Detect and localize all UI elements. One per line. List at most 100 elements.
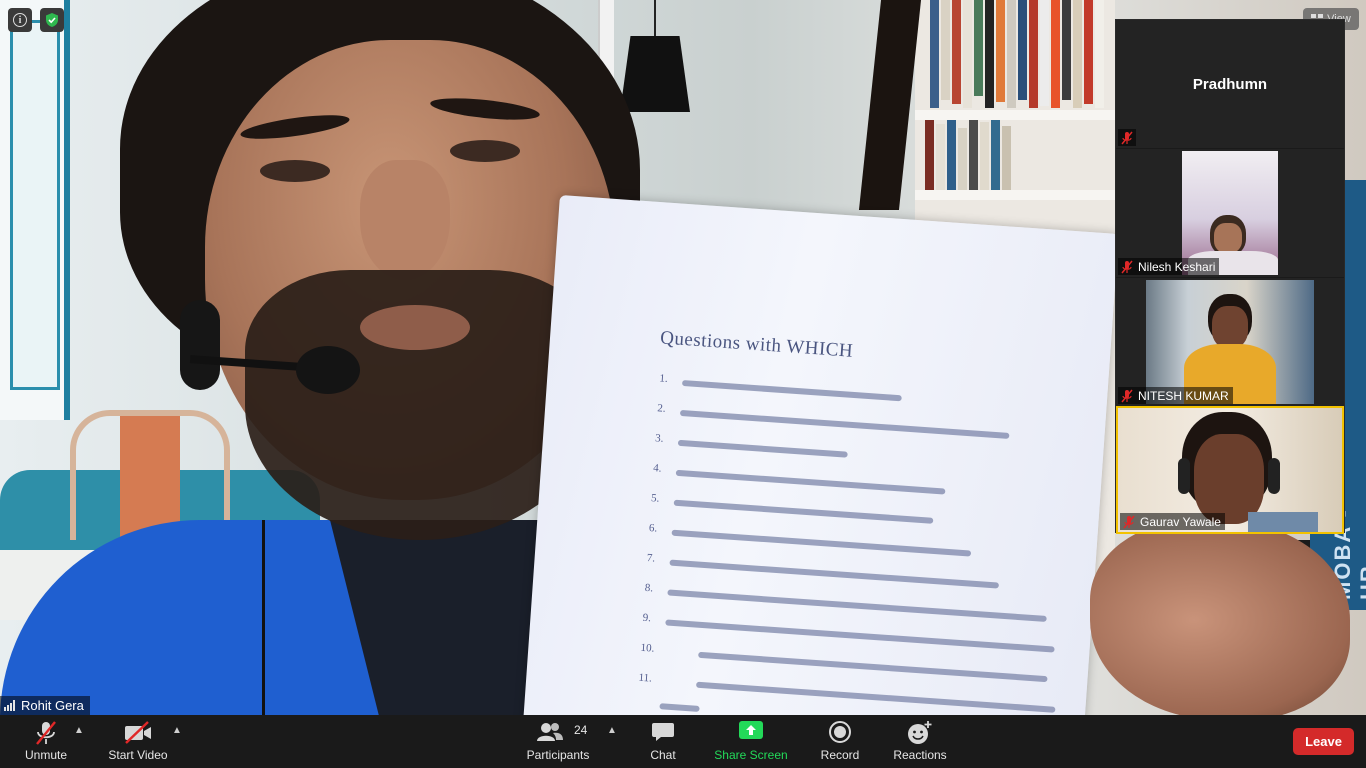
leave-meeting-button[interactable]: Leave: [1293, 728, 1354, 755]
participant-name: NITESH KUMAR: [1138, 388, 1229, 403]
connection-signal-icon: [4, 700, 15, 711]
paper-number: 2.: [656, 402, 667, 415]
active-speaker-name-tag: Rohit Gera: [0, 696, 90, 715]
speaker-eye: [450, 140, 520, 162]
participants-label: Participants: [526, 748, 590, 762]
participant-name-tag: NITESH KUMAR: [1118, 387, 1233, 404]
shelf-board: [915, 190, 1115, 200]
participant-tile-active[interactable]: Gaurav Yawale: [1116, 406, 1344, 534]
unmute-button[interactable]: Unmute: [16, 715, 76, 768]
participant-face: [1214, 223, 1242, 253]
paper-text-line: [675, 469, 946, 495]
muted-mic-icon: [1121, 389, 1133, 402]
muted-mic-icon: [1121, 131, 1133, 144]
paper-text-line: [677, 439, 848, 458]
background-beam: [858, 0, 922, 210]
held-paper-sheet: Questions with WHICH 1. 2. 3. 4. 5. 6. 7…: [520, 195, 1119, 715]
paper-text-line: [659, 703, 700, 712]
paper-text-line: [665, 619, 1055, 653]
meeting-controls-toolbar: Unmute ▲ Start Video ▲ 24 Participants ▲: [0, 715, 1366, 768]
paper-number: 4.: [652, 462, 662, 475]
book-row: [925, 120, 1011, 190]
muted-mic-icon: [36, 721, 56, 745]
meeting-info-button[interactable]: i: [8, 8, 32, 32]
muted-mic-icon: [1123, 515, 1135, 528]
participant-headphone: [1268, 458, 1280, 494]
participant-name: Nilesh Keshari: [1138, 259, 1216, 274]
paper-text-line: [669, 559, 1000, 589]
paper-text-line: [671, 529, 972, 557]
share-screen-button[interactable]: Share Screen: [712, 715, 790, 768]
participants-icon: [537, 723, 563, 741]
video-options-chevron-up-icon[interactable]: ▲: [172, 725, 182, 736]
video-off-icon: [125, 721, 151, 744]
participant-headphone: [1178, 458, 1190, 494]
start-video-button[interactable]: Start Video: [104, 715, 172, 768]
speaker-eye: [260, 160, 330, 182]
record-icon: [829, 721, 851, 743]
headset-earpiece: [180, 300, 220, 390]
paper-number: 3.: [654, 432, 664, 445]
reactions-button[interactable]: Reactions: [890, 715, 950, 768]
participant-name: Gaurav Yawale: [1140, 514, 1221, 529]
muted-mic-icon: [1121, 260, 1133, 273]
participant-video-strip: Pradhumn Nilesh Keshari NITESH KUMAR Gau…: [1115, 19, 1345, 534]
paper-number: 8.: [644, 581, 654, 595]
participant-name-tag: Nilesh Keshari: [1118, 258, 1220, 275]
pendant-lamp: [620, 36, 690, 112]
paper-text-line: [679, 409, 1010, 439]
paper-text-line: [681, 379, 902, 402]
audio-options-chevron-up-icon[interactable]: ▲: [74, 725, 84, 736]
info-icon: i: [13, 13, 27, 27]
paper-text-line: [698, 651, 1048, 683]
paper-number: 9.: [642, 611, 652, 625]
participants-button[interactable]: 24 Participants: [524, 715, 592, 768]
participant-name-tag: Gaurav Yawale: [1120, 513, 1225, 530]
participant-mute-badge: [1118, 129, 1136, 146]
background-window: [10, 20, 60, 390]
paper-number: 7.: [646, 551, 656, 565]
share-screen-label: Share Screen: [714, 748, 788, 762]
participant-face: [1194, 434, 1264, 524]
participant-tile[interactable]: Nilesh Keshari: [1116, 149, 1344, 277]
record-button[interactable]: Record: [816, 715, 864, 768]
share-screen-arrow-icon: [739, 721, 763, 739]
unmute-label: Unmute: [24, 748, 68, 762]
participant-video-feed: [1182, 151, 1278, 275]
emoji-add-icon: [908, 721, 932, 744]
headset-microphone: [296, 346, 360, 394]
paper-text-line: [667, 589, 1047, 622]
lamp-cord: [654, 0, 656, 38]
paper-text-line: [695, 681, 1056, 713]
start-video-label: Start Video: [108, 748, 168, 762]
participant-name-large: Pradhumn: [1192, 76, 1268, 93]
security-status-button[interactable]: [40, 8, 64, 32]
speaker-nose: [360, 160, 450, 280]
record-label: Record: [820, 748, 860, 762]
shield-check-icon: [46, 13, 58, 27]
zoom-meeting-window: MOBA - HR KALIKA Questions with WHICH 1.…: [0, 0, 1366, 768]
participants-options-chevron-up-icon[interactable]: ▲: [607, 725, 617, 736]
paper-number: 10.: [640, 641, 655, 655]
book-row: [930, 0, 1104, 108]
paper-number: 6.: [648, 522, 658, 535]
participant-face: [1212, 306, 1248, 348]
reactions-label: Reactions: [893, 748, 947, 762]
paper-number: 5.: [650, 492, 660, 505]
chat-button[interactable]: Chat: [640, 715, 686, 768]
chat-label: Chat: [650, 748, 676, 762]
participant-tile[interactable]: NITESH KUMAR: [1116, 278, 1344, 406]
participants-count: 24: [574, 723, 588, 737]
participant-video-feed: [1146, 280, 1314, 404]
speaker-hand: [1090, 520, 1350, 715]
paper-title: Questions with WHICH: [659, 327, 854, 362]
paper-text-line: [673, 499, 934, 524]
speaker-mouth: [360, 305, 470, 350]
headset-cable: [262, 520, 265, 715]
active-speaker-name: Rohit Gera: [21, 698, 84, 713]
paper-number: 1.: [659, 372, 669, 385]
participant-tile[interactable]: Pradhumn: [1116, 20, 1344, 148]
participant-shirt: [1248, 512, 1318, 532]
shelf-board: [915, 110, 1115, 120]
paper-number: 11.: [638, 671, 653, 685]
